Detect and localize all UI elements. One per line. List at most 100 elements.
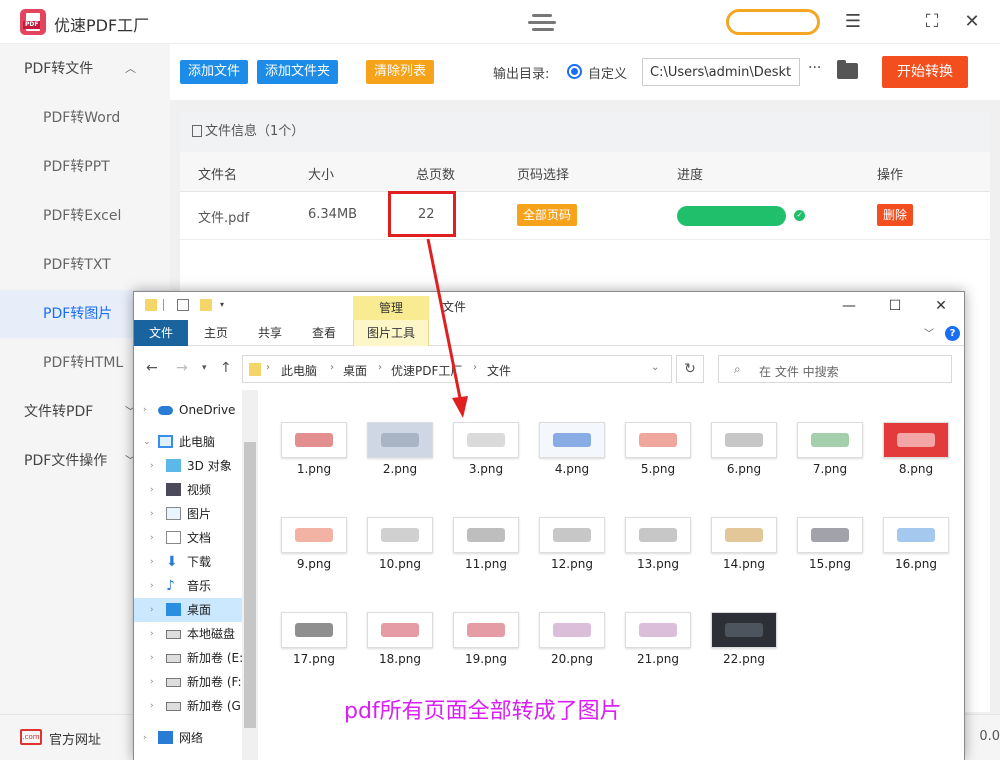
image-thumbnail bbox=[367, 517, 433, 553]
breadcrumb-item[interactable]: 优速PDF工厂 bbox=[391, 362, 462, 379]
explorer-title-bar: ▾ 管理 文件 — ☐ ✕ bbox=[134, 292, 964, 320]
tree-item-downloads[interactable]: › ⬇ 下载 bbox=[134, 550, 258, 574]
image-thumbnail bbox=[797, 422, 863, 458]
tab-share[interactable]: 共享 bbox=[250, 320, 290, 346]
fullscreen-icon[interactable]: ⛶ bbox=[921, 10, 943, 32]
help-icon[interactable]: ? bbox=[945, 326, 960, 341]
file-item[interactable]: 16.png bbox=[874, 477, 954, 571]
thumbnail-content bbox=[552, 433, 592, 447]
sidebar-item-pdf-to-txt[interactable]: PDF转TXT bbox=[0, 241, 170, 289]
file-item[interactable]: 5.png bbox=[616, 382, 696, 476]
properties-icon[interactable] bbox=[177, 299, 189, 311]
page-select-button[interactable]: 全部页码 bbox=[517, 204, 578, 226]
file-item[interactable]: 15.png bbox=[788, 477, 868, 571]
more-options-button[interactable]: ··· bbox=[808, 60, 821, 76]
folder-icon[interactable] bbox=[837, 60, 858, 79]
tree-item-desktop[interactable]: › 桌面 bbox=[134, 598, 258, 622]
chevron-right-icon: › bbox=[150, 677, 154, 687]
add-folder-button[interactable]: 添加文件夹 bbox=[257, 60, 339, 84]
tree-item-network[interactable]: › 网络 bbox=[134, 726, 258, 750]
file-item[interactable]: 20.png bbox=[530, 572, 610, 666]
output-path-input[interactable] bbox=[642, 58, 800, 86]
file-item[interactable]: 9.png bbox=[272, 477, 352, 571]
up-arrow-icon[interactable]: ↑ bbox=[220, 360, 232, 376]
back-arrow-icon[interactable]: ← bbox=[146, 360, 158, 376]
breadcrumb-item[interactable]: 此电脑 bbox=[281, 362, 317, 379]
total-pages-highlight: 22 bbox=[388, 191, 456, 237]
delete-button[interactable]: 删除 bbox=[877, 204, 914, 226]
image-thumbnail bbox=[625, 517, 691, 553]
tree-item-volume-e[interactable]: › 新加卷 (E: bbox=[134, 646, 258, 670]
file-item[interactable]: 2.png bbox=[358, 382, 438, 476]
forward-arrow-icon[interactable]: → bbox=[176, 360, 188, 376]
file-item[interactable]: 21.png bbox=[616, 572, 696, 666]
tree-item-volume-f[interactable]: › 新加卷 (F: bbox=[134, 670, 258, 694]
close-icon[interactable]: ✕ bbox=[926, 296, 956, 316]
breadcrumb-item[interactable]: 桌面 bbox=[343, 362, 367, 379]
file-item[interactable]: 7.png bbox=[788, 382, 868, 476]
file-item[interactable]: 4.png bbox=[530, 382, 610, 476]
official-site-link[interactable]: 官方网址 bbox=[49, 729, 101, 748]
chevron-down-icon: ⌄ bbox=[143, 437, 151, 447]
maximize-icon[interactable]: ☐ bbox=[880, 296, 910, 316]
tree-item-label: 此电脑 bbox=[179, 435, 216, 449]
file-name: 12.png bbox=[551, 557, 593, 571]
close-icon[interactable]: ✕ bbox=[961, 10, 983, 32]
manage-tab[interactable]: 管理 bbox=[353, 296, 429, 320]
sidebar-group-pdf-to-file[interactable]: PDF转文件 ︿ bbox=[0, 45, 170, 93]
add-file-button[interactable]: 添加文件 bbox=[180, 60, 249, 84]
tree-item-pictures[interactable]: › 图片 bbox=[134, 502, 258, 526]
sidebar-item-pdf-to-excel[interactable]: PDF转Excel bbox=[0, 192, 170, 240]
search-box[interactable]: ⌕ 在 文件 中搜索 bbox=[718, 355, 952, 383]
breadcrumb-item[interactable]: 文件 bbox=[487, 362, 511, 379]
file-item[interactable]: 11.png bbox=[444, 477, 524, 571]
tree-item-this-pc[interactable]: ⌄ 此电脑 bbox=[134, 430, 258, 454]
tree-item-videos[interactable]: › 视频 bbox=[134, 478, 258, 502]
file-item[interactable]: 22.png bbox=[702, 572, 782, 666]
sidebar-item-pdf-to-word[interactable]: PDF转Word bbox=[0, 94, 170, 142]
tree-item-volume-g[interactable]: › 新加卷 (G bbox=[134, 694, 258, 718]
custom-radio[interactable] bbox=[567, 64, 582, 79]
chevron-right-icon: › bbox=[150, 509, 154, 519]
picture-icon bbox=[166, 507, 181, 520]
new-folder-icon[interactable] bbox=[200, 299, 212, 311]
customize-dropdown-icon[interactable]: ▾ bbox=[220, 300, 232, 312]
recent-dropdown-icon[interactable]: ▾ bbox=[202, 363, 207, 373]
chevron-down-icon[interactable]: ⌄ bbox=[651, 362, 659, 373]
scrollbar-thumb[interactable] bbox=[244, 442, 256, 728]
tree-item-3d-objects[interactable]: › 3D 对象 bbox=[134, 454, 258, 478]
file-item[interactable]: 19.png bbox=[444, 572, 524, 666]
file-item[interactable]: 13.png bbox=[616, 477, 696, 571]
tree-item-documents[interactable]: › 文档 bbox=[134, 526, 258, 550]
file-item[interactable]: 14.png bbox=[702, 477, 782, 571]
tree-item-local-disk[interactable]: › 本地磁盘 bbox=[134, 622, 258, 646]
thumbnail-content bbox=[552, 623, 592, 637]
address-bar[interactable]: › 此电脑 › 桌面 › 优速PDF工厂 › 文件 ⌄ bbox=[242, 355, 672, 383]
file-item[interactable]: 10.png bbox=[358, 477, 438, 571]
file-item[interactable]: 8.png bbox=[874, 382, 954, 476]
image-thumbnail bbox=[367, 422, 433, 458]
file-item[interactable]: 18.png bbox=[358, 572, 438, 666]
file-item[interactable]: 6.png bbox=[702, 382, 782, 476]
nav-scrollbar[interactable] bbox=[242, 390, 258, 760]
file-item[interactable]: 12.png bbox=[530, 477, 610, 571]
clear-list-button[interactable]: 清除列表 bbox=[366, 60, 435, 84]
minimize-icon[interactable]: — bbox=[834, 296, 864, 316]
file-item[interactable]: 17.png bbox=[272, 572, 352, 666]
tab-view[interactable]: 查看 bbox=[304, 320, 344, 346]
chevron-down-icon[interactable]: ﹀ bbox=[924, 325, 934, 340]
tab-picture-tools[interactable]: 图片工具 bbox=[353, 320, 429, 346]
promo-badge[interactable] bbox=[726, 9, 820, 35]
file-item[interactable]: 3.png bbox=[444, 382, 524, 476]
tree-item-onedrive[interactable]: › OneDrive bbox=[134, 398, 258, 422]
tree-item-music[interactable]: › ♪ 音乐 bbox=[134, 574, 258, 598]
sidebar-item-pdf-to-ppt[interactable]: PDF转PPT bbox=[0, 143, 170, 191]
file-item[interactable]: 1.png bbox=[272, 382, 352, 476]
image-thumbnail bbox=[367, 612, 433, 648]
folder-icon[interactable] bbox=[145, 299, 157, 311]
start-convert-button[interactable]: 开始转换 bbox=[882, 56, 968, 88]
image-thumbnail bbox=[539, 422, 605, 458]
tab-home[interactable]: 主页 bbox=[196, 320, 236, 346]
menu-icon[interactable]: ☰ bbox=[842, 10, 864, 32]
refresh-icon[interactable]: ↻ bbox=[676, 355, 704, 383]
